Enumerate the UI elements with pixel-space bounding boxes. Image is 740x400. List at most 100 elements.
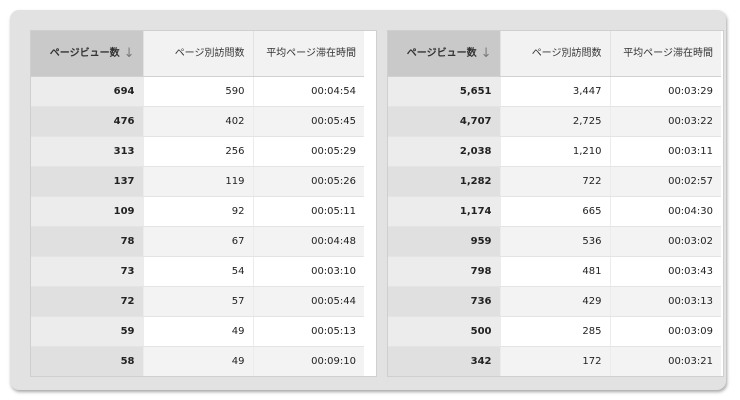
pageviews-cell: 736 (388, 286, 501, 317)
pageviews-cell: 137 (31, 166, 144, 197)
sort-down-arrow-icon[interactable]: ↓ (124, 46, 135, 61)
avg-time-cell: 00:03:29 (610, 76, 721, 107)
avg-time-cell: 00:09:10 (253, 346, 364, 376)
stats-frame: ページビュー数 ↓ ページ別訪問数 平均ページ滞在時間 694 590 00:04:5… (10, 10, 726, 390)
column-header-label: ページ別訪問数 (531, 48, 602, 59)
column-header-label: ページビュー数 (49, 48, 120, 59)
unique-pageviews-cell: 536 (500, 226, 611, 257)
pageviews-cell: 73 (31, 256, 144, 287)
table-row: 798 481 00:03:43 (388, 256, 721, 287)
table-row: 2,038 1,210 00:03:11 (388, 136, 721, 167)
table-row: 959 536 00:03:02 (388, 226, 721, 257)
unique-pageviews-cell: 54 (143, 256, 254, 287)
table-row: 1,282 722 00:02:57 (388, 166, 721, 197)
avg-time-cell: 00:02:57 (610, 166, 721, 197)
unique-pageviews-cell: 429 (500, 286, 611, 317)
column-header-unique-pageviews[interactable]: ページ別訪問数 (500, 31, 611, 77)
avg-time-cell: 00:03:10 (253, 256, 364, 287)
table-row: 476 402 00:05:45 (31, 106, 364, 137)
stats-table: ページビュー数 ↓ ページ別訪問数 平均ページ滞在時間 5,651 3,447 00:… (388, 31, 721, 376)
pageviews-cell: 58 (31, 346, 144, 376)
table-row: 4,707 2,725 00:03:22 (388, 106, 721, 137)
avg-time-cell: 00:03:11 (610, 136, 721, 167)
unique-pageviews-cell: 49 (143, 346, 254, 376)
unique-pageviews-cell: 49 (143, 316, 254, 347)
table-row: 59 49 00:05:13 (31, 316, 364, 347)
unique-pageviews-cell: 1,210 (500, 136, 611, 167)
stats-table-panel-right: ページビュー数 ↓ ページ別訪問数 平均ページ滞在時間 5,651 3,447 00:… (387, 30, 724, 377)
avg-time-cell: 00:05:26 (253, 166, 364, 197)
column-header-unique-pageviews[interactable]: ページ別訪問数 (143, 31, 254, 77)
table-header-row: ページビュー数 ↓ ページ別訪問数 平均ページ滞在時間 (31, 31, 364, 77)
pageviews-cell: 476 (31, 106, 144, 137)
pageviews-cell: 72 (31, 286, 144, 317)
pageviews-cell: 2,038 (388, 136, 501, 167)
unique-pageviews-cell: 172 (500, 346, 611, 376)
pageviews-cell: 4,707 (388, 106, 501, 137)
avg-time-cell: 00:03:13 (610, 286, 721, 317)
column-header-avg-time-on-page[interactable]: 平均ページ滞在時間 (610, 31, 721, 77)
unique-pageviews-cell: 722 (500, 166, 611, 197)
table-row: 500 285 00:03:09 (388, 316, 721, 347)
avg-time-cell: 00:05:29 (253, 136, 364, 167)
pageviews-cell: 5,651 (388, 76, 501, 107)
table-row: 137 119 00:05:26 (31, 166, 364, 197)
column-header-label: ページビュー数 (406, 48, 477, 59)
unique-pageviews-cell: 3,447 (500, 76, 611, 107)
unique-pageviews-cell: 57 (143, 286, 254, 317)
sort-down-arrow-icon[interactable]: ↓ (481, 46, 492, 61)
unique-pageviews-cell: 67 (143, 226, 254, 257)
unique-pageviews-cell: 119 (143, 166, 254, 197)
pageviews-cell: 342 (388, 346, 501, 376)
table-row: 5,651 3,447 00:03:29 (388, 76, 721, 107)
table-row: 313 256 00:05:29 (31, 136, 364, 167)
column-header-label: 平均ページ滞在時間 (266, 48, 356, 59)
avg-time-cell: 00:03:43 (610, 256, 721, 287)
column-header-label: 平均ページ滞在時間 (623, 48, 713, 59)
avg-time-cell: 00:05:44 (253, 286, 364, 317)
pageviews-cell: 1,282 (388, 166, 501, 197)
unique-pageviews-cell: 590 (143, 76, 254, 107)
pageviews-cell: 694 (31, 76, 144, 107)
pageviews-cell: 313 (31, 136, 144, 167)
avg-time-cell: 00:05:13 (253, 316, 364, 347)
pageviews-cell: 959 (388, 226, 501, 257)
pageviews-cell: 500 (388, 316, 501, 347)
pageviews-cell: 1,174 (388, 196, 501, 227)
column-header-label: ページ別訪問数 (174, 48, 245, 59)
pageviews-cell: 798 (388, 256, 501, 287)
pageviews-cell: 78 (31, 226, 144, 257)
column-header-avg-time-on-page[interactable]: 平均ページ滞在時間 (253, 31, 364, 77)
table-row: 1,174 665 00:04:30 (388, 196, 721, 227)
table-row: 694 590 00:04:54 (31, 76, 364, 107)
unique-pageviews-cell: 481 (500, 256, 611, 287)
avg-time-cell: 00:03:09 (610, 316, 721, 347)
avg-time-cell: 00:03:02 (610, 226, 721, 257)
unique-pageviews-cell: 92 (143, 196, 254, 227)
table-header-row: ページビュー数 ↓ ページ別訪問数 平均ページ滞在時間 (388, 31, 721, 77)
column-header-pageviews[interactable]: ページビュー数 ↓ (31, 31, 144, 77)
table-row: 73 54 00:03:10 (31, 256, 364, 287)
avg-time-cell: 00:05:11 (253, 196, 364, 227)
table-row: 109 92 00:05:11 (31, 196, 364, 227)
unique-pageviews-cell: 665 (500, 196, 611, 227)
avg-time-cell: 00:03:22 (610, 106, 721, 137)
table-row: 72 57 00:05:44 (31, 286, 364, 317)
unique-pageviews-cell: 285 (500, 316, 611, 347)
unique-pageviews-cell: 2,725 (500, 106, 611, 137)
table-row: 736 429 00:03:13 (388, 286, 721, 317)
column-header-pageviews[interactable]: ページビュー数 ↓ (388, 31, 501, 77)
stats-table-panel-left: ページビュー数 ↓ ページ別訪問数 平均ページ滞在時間 694 590 00:04:5… (30, 30, 377, 377)
avg-time-cell: 00:04:48 (253, 226, 364, 257)
avg-time-cell: 00:04:30 (610, 196, 721, 227)
pageviews-cell: 109 (31, 196, 144, 227)
table-row: 78 67 00:04:48 (31, 226, 364, 257)
unique-pageviews-cell: 256 (143, 136, 254, 167)
table-row: 342 172 00:03:21 (388, 346, 721, 376)
avg-time-cell: 00:04:54 (253, 76, 364, 107)
avg-time-cell: 00:05:45 (253, 106, 364, 137)
unique-pageviews-cell: 402 (143, 106, 254, 137)
pageviews-cell: 59 (31, 316, 144, 347)
table-row: 58 49 00:09:10 (31, 346, 364, 376)
avg-time-cell: 00:03:21 (610, 346, 721, 376)
